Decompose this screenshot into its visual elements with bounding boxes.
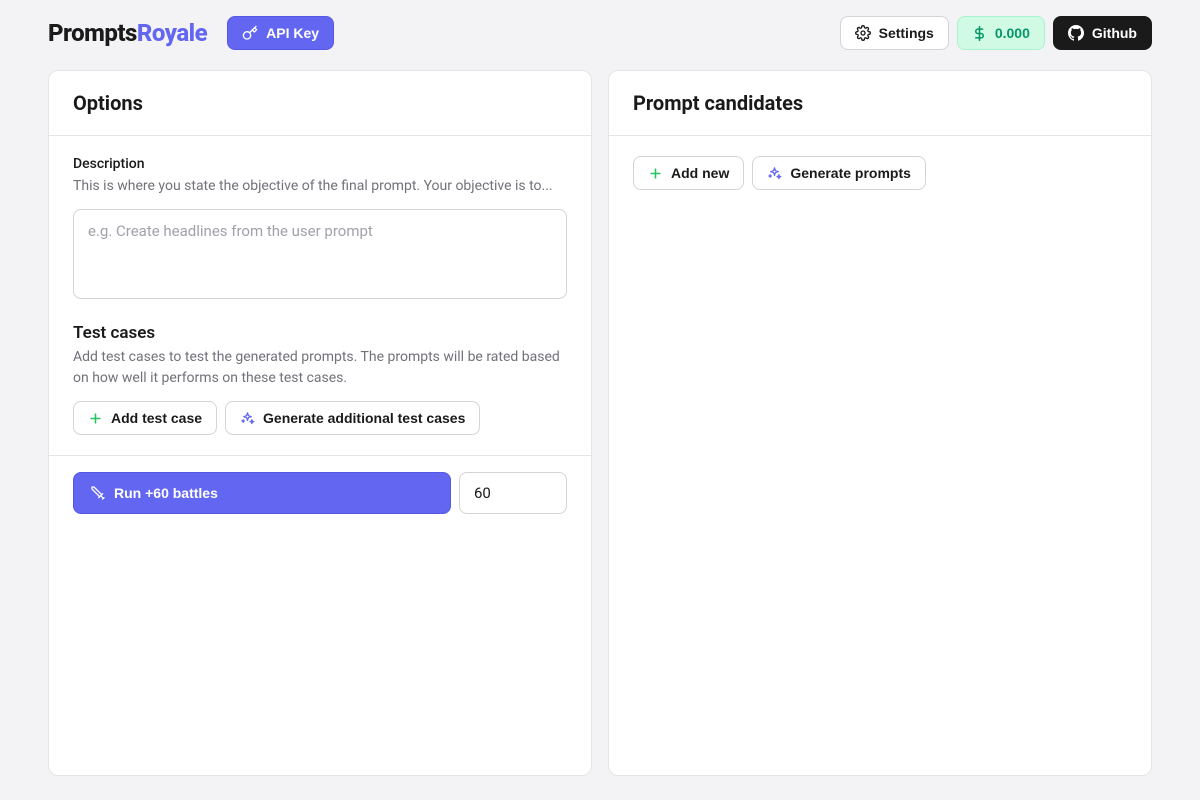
options-panel: Options Description This is where you st… xyxy=(48,70,592,776)
key-icon xyxy=(242,25,258,41)
testcases-subtext: Add test cases to test the generated pro… xyxy=(73,347,567,389)
cost-badge[interactable]: 0.000 xyxy=(957,16,1045,50)
battles-count-input[interactable] xyxy=(459,472,567,514)
candidates-title: Prompt candidates xyxy=(633,91,1127,115)
dollar-icon xyxy=(972,26,987,41)
gear-icon xyxy=(855,25,871,41)
main-content: Options Description This is where you st… xyxy=(48,70,1152,776)
generate-prompts-label: Generate prompts xyxy=(790,165,911,181)
header-right: Settings 0.000 Github xyxy=(840,16,1152,50)
generate-testcases-label: Generate additional test cases xyxy=(263,410,465,426)
logo-text-royale: Royale xyxy=(137,19,207,47)
run-section: Run +60 battles xyxy=(49,455,591,530)
app-logo: PromptsRoyale xyxy=(48,19,207,47)
options-title: Options xyxy=(73,91,567,115)
logo-text-prompts: Prompts xyxy=(48,19,137,47)
api-key-button[interactable]: API Key xyxy=(227,16,334,50)
sparkles-icon xyxy=(767,166,782,181)
generate-prompts-button[interactable]: Generate prompts xyxy=(752,156,926,190)
add-testcase-button[interactable]: Add test case xyxy=(73,401,217,435)
github-button[interactable]: Github xyxy=(1053,16,1152,50)
sword-icon xyxy=(90,485,106,501)
testcases-heading: Test cases xyxy=(73,323,567,343)
github-icon xyxy=(1068,25,1084,41)
settings-label: Settings xyxy=(879,25,934,41)
header-left: PromptsRoyale API Key xyxy=(48,16,334,50)
generate-testcases-button[interactable]: Generate additional test cases xyxy=(225,401,480,435)
description-input[interactable] xyxy=(73,209,567,299)
plus-icon xyxy=(88,411,103,426)
add-new-label: Add new xyxy=(671,165,729,181)
candidates-panel-header: Prompt candidates xyxy=(609,71,1151,136)
settings-button[interactable]: Settings xyxy=(840,16,949,50)
candidates-panel: Prompt candidates Add new Generate pro xyxy=(608,70,1152,776)
sparkles-icon xyxy=(240,411,255,426)
run-battles-label: Run +60 battles xyxy=(114,485,218,501)
run-battles-button[interactable]: Run +60 battles xyxy=(73,472,451,514)
cost-value: 0.000 xyxy=(995,25,1030,41)
github-label: Github xyxy=(1092,25,1137,41)
header: PromptsRoyale API Key Settings 0.000 xyxy=(48,16,1152,50)
candidates-panel-body: Add new Generate prompts xyxy=(609,136,1151,210)
add-testcase-label: Add test case xyxy=(111,410,202,426)
options-panel-body: Description This is where you state the … xyxy=(49,136,591,550)
add-new-button[interactable]: Add new xyxy=(633,156,744,190)
api-key-label: API Key xyxy=(266,25,319,41)
description-subtext: This is where you state the objective of… xyxy=(73,176,567,197)
description-label: Description xyxy=(73,156,567,172)
options-panel-header: Options xyxy=(49,71,591,136)
testcase-buttons: Add test case Generate additional test c… xyxy=(73,401,567,435)
candidate-buttons: Add new Generate prompts xyxy=(633,156,1127,190)
plus-icon xyxy=(648,166,663,181)
